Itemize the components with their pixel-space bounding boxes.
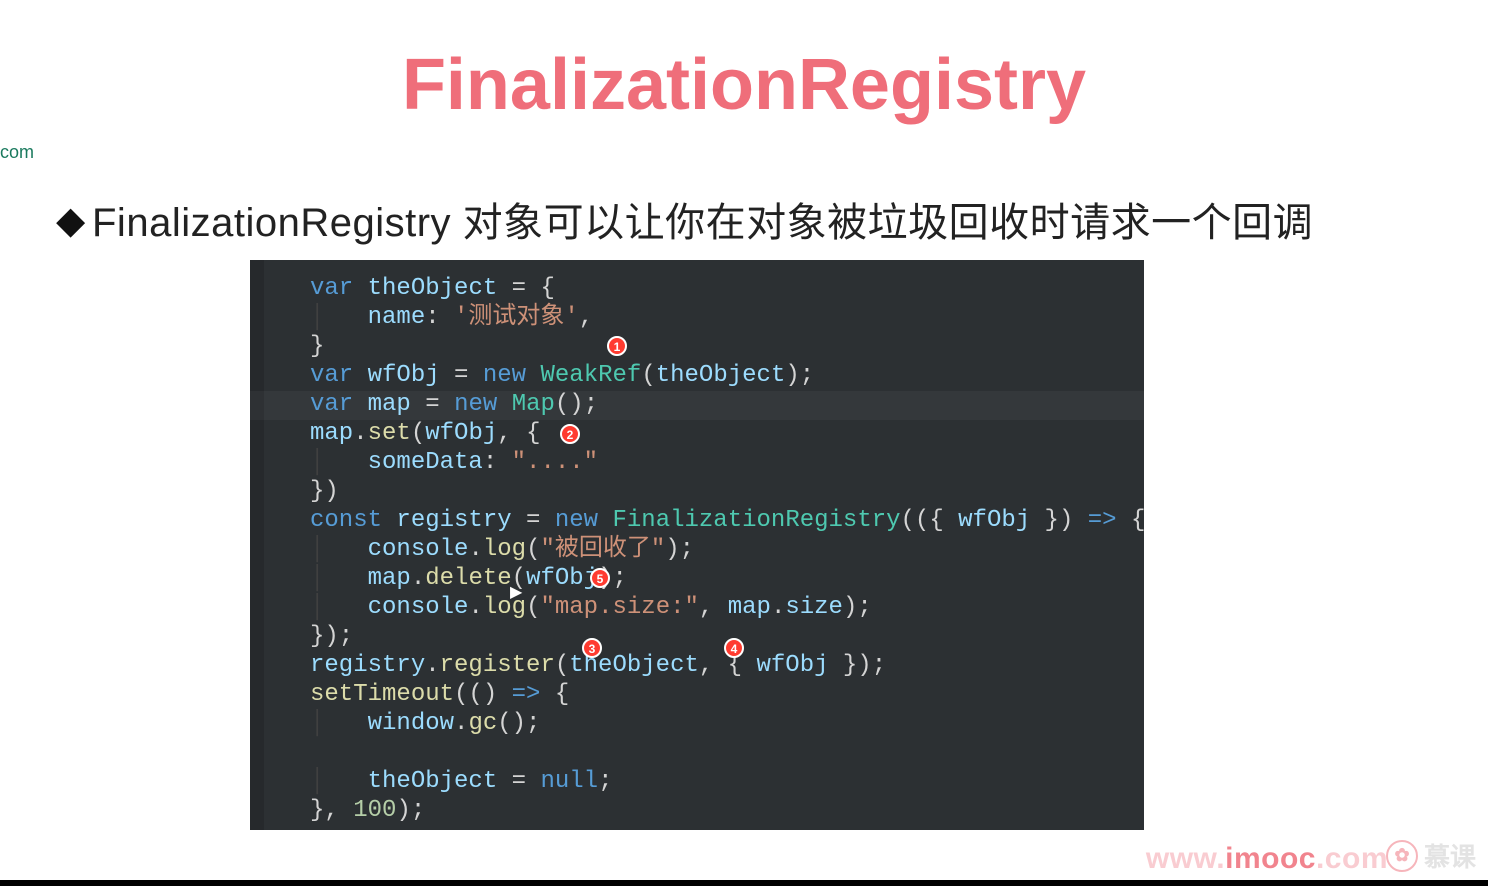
annotation-5: 5: [590, 568, 610, 588]
cursor-icon: ▶: [510, 582, 522, 602]
slide: FinalizationRegistry com ◆ FinalizationR…: [0, 0, 1488, 886]
annotation-2: 2: [560, 424, 580, 444]
code-text: var theObject = { │ name: '测试对象', } var …: [310, 274, 1144, 825]
watermark: www.imooc.com: [1146, 842, 1388, 876]
annotation-4: 4: [724, 638, 744, 658]
bottom-bar: [0, 880, 1488, 886]
brand-logo: ✿ 慕课: [1386, 837, 1476, 874]
editor-gutter: [250, 260, 264, 830]
edge-text-fragment: com: [0, 142, 34, 163]
bullet-marker: ◆: [56, 198, 85, 243]
annotation-3: 3: [582, 638, 602, 658]
brand-logo-icon: ✿: [1386, 840, 1418, 872]
bullet-text: FinalizationRegistry 对象可以让你在对象被垃圾回收时请求一个…: [92, 196, 1412, 250]
slide-title: FinalizationRegistry: [0, 44, 1488, 126]
annotation-1: 1: [607, 336, 627, 356]
code-block: var theObject = { │ name: '测试对象', } var …: [250, 260, 1144, 830]
brand-logo-text: 慕课: [1424, 837, 1476, 874]
